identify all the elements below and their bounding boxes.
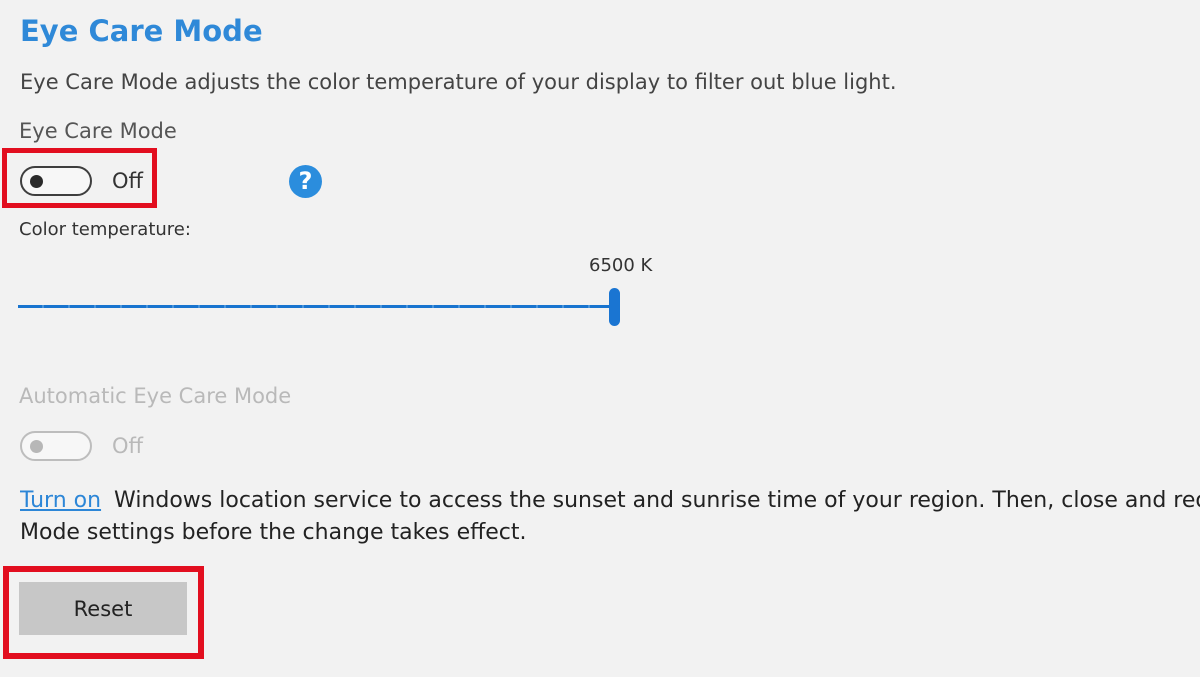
reset-button[interactable]: Reset <box>19 582 187 635</box>
automatic-eye-care-label: Automatic Eye Care Mode <box>19 384 292 408</box>
eye-care-mode-toggle[interactable] <box>20 166 92 196</box>
color-temperature-label: Color temperature: <box>19 219 191 240</box>
eye-care-mode-label: Eye Care Mode <box>19 119 177 143</box>
slider-track[interactable] <box>18 305 613 308</box>
page-description: Eye Care Mode adjusts the color temperat… <box>20 70 897 94</box>
notice-line-1: Turn on Windows location service to acces… <box>20 485 1200 517</box>
toggle-knob <box>30 175 43 188</box>
toggle-knob <box>30 440 43 453</box>
location-service-notice: Turn on Windows location service to acces… <box>20 485 1200 549</box>
color-temperature-value: 6500 K <box>589 255 653 276</box>
notice-line-2: Mode settings before the change takes ef… <box>20 520 527 545</box>
automatic-eye-care-toggle[interactable] <box>20 431 92 461</box>
automatic-eye-care-state: Off <box>112 434 143 458</box>
page-title: Eye Care Mode <box>20 14 263 48</box>
slider-thumb[interactable] <box>609 288 620 326</box>
eye-care-mode-state: Off <box>112 169 143 193</box>
turn-on-link[interactable]: Turn on <box>20 488 101 513</box>
color-temperature-slider[interactable] <box>18 286 628 328</box>
question-circle-icon[interactable]: ? <box>289 165 322 198</box>
notice-text-1: Windows location service to access the s… <box>114 488 1200 513</box>
